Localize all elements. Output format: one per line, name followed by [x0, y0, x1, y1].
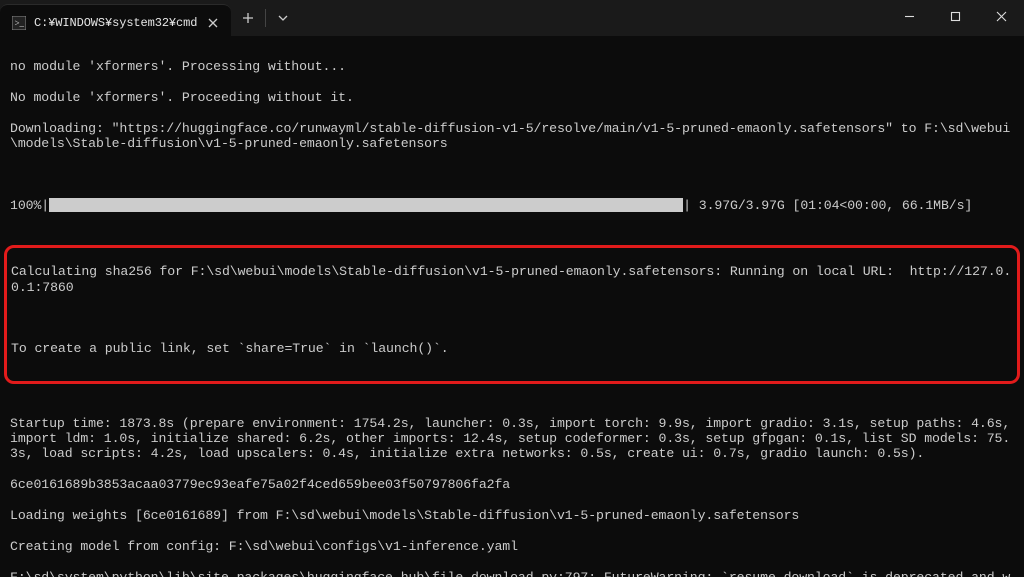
tab-close-button[interactable]	[205, 15, 221, 31]
log-line: no module 'xformers'. Processing without…	[10, 59, 1014, 74]
tab-title: C:¥WINDOWS¥system32¥cmd	[34, 16, 197, 30]
highlighted-local-url-section: Calculating sha256 for F:\sd\webui\model…	[4, 245, 1020, 384]
log-line: Downloading: "https://huggingface.co/run…	[10, 121, 1014, 152]
log-line: Calculating sha256 for F:\sd\webui\model…	[11, 264, 1013, 295]
log-line: F:\sd\system\python\lib\site-packages\hu…	[10, 570, 1014, 577]
window-titlebar: >_ C:¥WINDOWS¥system32¥cmd	[0, 0, 1024, 36]
window-minimize-button[interactable]	[886, 0, 932, 32]
progress-download-model: 100%|| 3.97G/3.97G [01:04<00:00, 66.1MB/…	[10, 198, 1014, 213]
progress-stats: 3.97G/3.97G [01:04<00:00, 66.1MB/s]	[691, 198, 972, 213]
terminal-output[interactable]: no module 'xformers'. Processing without…	[0, 36, 1024, 577]
progress-bar	[49, 198, 683, 212]
log-line: No module 'xformers'. Proceeding without…	[10, 90, 1014, 105]
log-line: 6ce0161689b3853acaa03779ec93eafe75a02f4c…	[10, 477, 1014, 492]
terminal-tab[interactable]: >_ C:¥WINDOWS¥system32¥cmd	[0, 4, 231, 40]
window-maximize-button[interactable]	[932, 0, 978, 32]
new-tab-button[interactable]	[231, 1, 265, 35]
svg-text:>_: >_	[15, 18, 25, 28]
log-line: Startup time: 1873.8s (prepare environme…	[10, 416, 1014, 462]
log-line: Loading weights [6ce0161689] from F:\sd\…	[10, 508, 1014, 523]
titlebar-drag-region[interactable]	[300, 0, 886, 36]
cmd-icon: >_	[12, 16, 26, 30]
log-line: Creating model from config: F:\sd\webui\…	[10, 539, 1014, 554]
progress-label: 100%	[10, 198, 41, 213]
log-line: To create a public link, set `share=True…	[11, 341, 1013, 356]
tab-dropdown-button[interactable]	[266, 1, 300, 35]
window-close-button[interactable]	[978, 0, 1024, 32]
